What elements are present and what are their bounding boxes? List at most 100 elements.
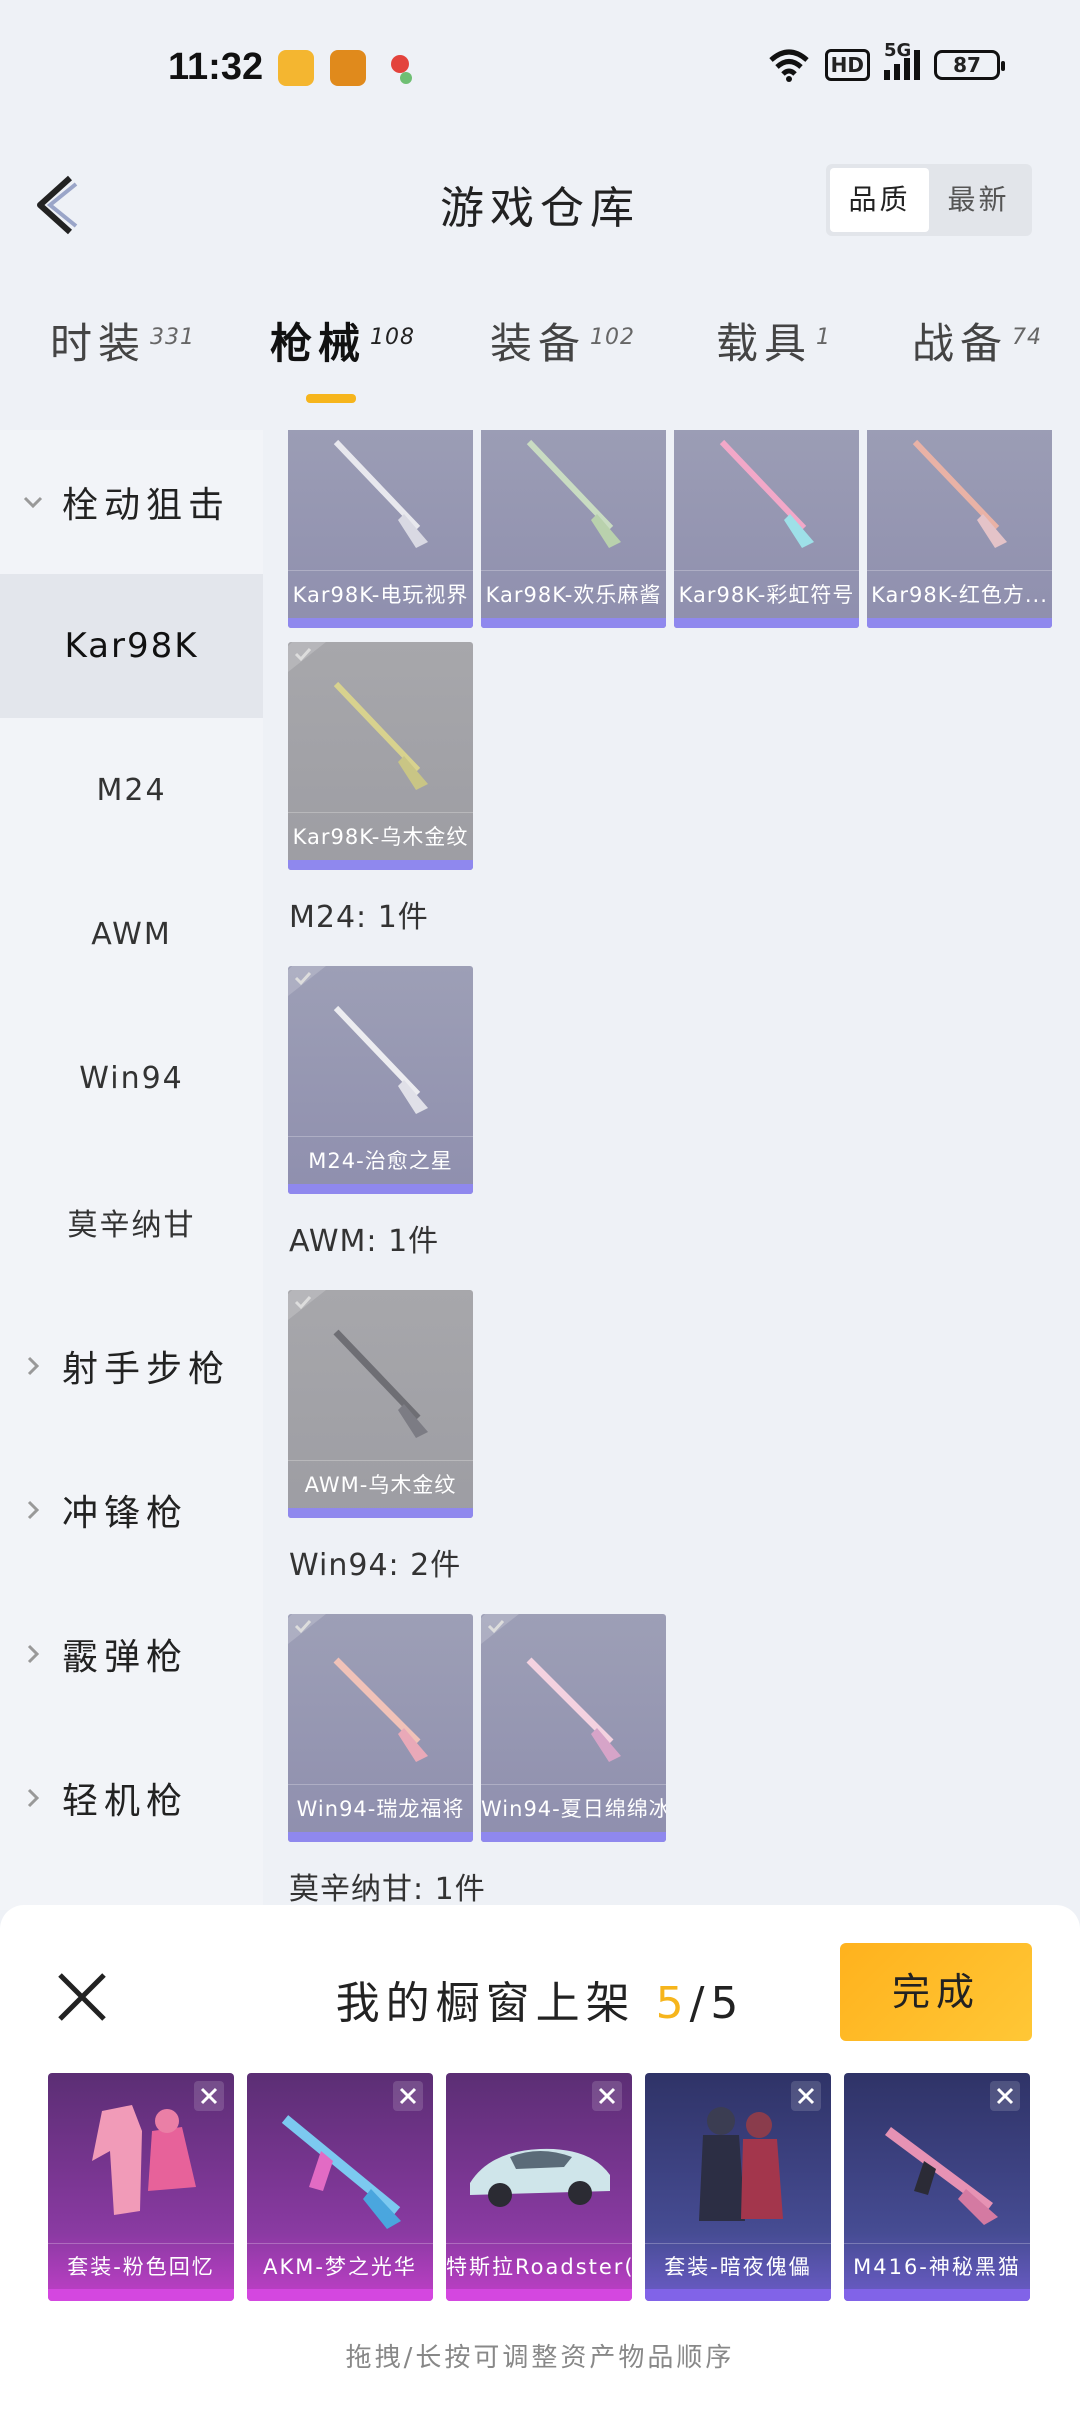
skin-card-label: Kar98K-彩虹符号: [674, 570, 859, 618]
battery-icon: 87: [934, 50, 1005, 80]
tab-count: 331: [150, 325, 196, 350]
remove-icon[interactable]: [393, 2081, 423, 2111]
quality-bar: [867, 618, 1052, 628]
tab-label: 枪械: [270, 319, 367, 368]
showcase-panel: 我的橱窗上架 5/5 完成 套装-粉色回忆 AKM-梦之光华 特斯拉Roadst…: [0, 1905, 1080, 2412]
slot-label: 特斯拉Roadster(...: [446, 2243, 632, 2289]
tab-vehicles[interactable]: 载具 1: [716, 310, 831, 371]
tab-equipment[interactable]: 装备 102: [490, 310, 635, 371]
skin-card[interactable]: Win94-瑞龙福将: [288, 1614, 473, 1842]
tab-count: 1: [816, 325, 832, 350]
header: 游戏仓库 品质 最新: [0, 150, 1080, 260]
quality-bar: [288, 618, 473, 628]
quality-bar: [844, 2289, 1030, 2301]
sidebar-item-lmg[interactable]: 轻机枪: [0, 1726, 263, 1870]
sidebar-item-label: 莫辛纳甘: [67, 1208, 196, 1243]
location-pin-icon: [391, 55, 412, 84]
cell-signal-icon: 5G: [884, 40, 920, 80]
chevron-right-icon: [27, 1788, 40, 1808]
tab-label: 时装: [50, 319, 147, 368]
sidebar: 栓动狙击 Kar98K M24 AWM Win94 莫辛纳甘 射手步枪 冲锋枪 …: [0, 430, 263, 1910]
sort-option-newest[interactable]: 最新: [929, 168, 1028, 232]
skin-card[interactable]: Kar98K-欢乐麻酱: [481, 430, 666, 628]
sidebar-item-label: AWM: [91, 916, 172, 952]
skin-card[interactable]: Kar98K-电玩视界: [288, 430, 473, 628]
remove-icon[interactable]: [791, 2081, 821, 2111]
showcase-slot[interactable]: M416-神秘黑猫: [844, 2073, 1030, 2301]
item-grid: Kar98K-电玩视界 Kar98K-欢乐麻酱 Kar98K-彩虹符号 Kar9…: [263, 430, 1080, 1910]
slot-label: M416-神秘黑猫: [844, 2243, 1030, 2289]
showcase-slot[interactable]: 套装-暗夜傀儡: [645, 2073, 831, 2301]
quality-bar: [645, 2289, 831, 2301]
close-icon[interactable]: [54, 1969, 110, 2025]
skin-card-label: Win94-瑞龙福将: [288, 1784, 473, 1832]
section-title-awm: AWM: 1件: [289, 1224, 440, 1259]
remove-icon[interactable]: [194, 2081, 224, 2111]
shelf-title-prefix: 我的橱窗上架: [335, 1978, 636, 2029]
skin-card[interactable]: Kar98K-红色方...: [867, 430, 1052, 628]
quality-bar: [247, 2289, 433, 2301]
tab-supplies[interactable]: 战备 74: [912, 310, 1042, 371]
quality-bar: [481, 618, 666, 628]
skin-card-label: Kar98K-红色方...: [867, 570, 1052, 618]
shelf-separator: /: [689, 1978, 711, 2029]
shelf-count: 5: [655, 1978, 690, 2029]
sidebar-item-label: Kar98K: [64, 626, 199, 666]
showcase-slot[interactable]: AKM-梦之光华: [247, 2073, 433, 2301]
skin-card-label: Kar98K-乌木金纹: [288, 812, 473, 860]
skin-card[interactable]: AWM-乌木金纹: [288, 1290, 473, 1518]
outfit-icon: [699, 2107, 783, 2221]
skin-card[interactable]: M24-治愈之星: [288, 966, 473, 1194]
skin-card[interactable]: Win94-夏日绵绵冰: [481, 1614, 666, 1842]
sidebar-item-awm[interactable]: AWM: [0, 862, 263, 1006]
car-icon: [470, 2148, 610, 2207]
section-title-mosin: 莫辛纳甘: 1件: [289, 1872, 486, 1907]
tab-label: 装备: [490, 319, 587, 368]
rifle-icon: [333, 1005, 428, 1114]
reorder-hint: 拖拽/长按可调整资产物品顺序: [345, 2343, 735, 2373]
sort-toggle: 品质 最新: [826, 164, 1032, 236]
quality-bar: [288, 1832, 473, 1842]
sidebar-item-bolt-action-sniper[interactable]: 栓动狙击: [0, 430, 263, 574]
sidebar-item-dmr[interactable]: 射手步枪: [0, 1294, 263, 1438]
showcase-slot[interactable]: 套装-粉色回忆: [48, 2073, 234, 2301]
rifle-icon: [333, 1657, 428, 1762]
skin-card[interactable]: Kar98K-乌木金纹: [288, 642, 473, 870]
remove-icon[interactable]: [592, 2081, 622, 2111]
tab-firearms[interactable]: 枪械 108: [270, 310, 415, 371]
sidebar-item-mosin-nagant[interactable]: 莫辛纳甘: [0, 1150, 263, 1294]
skin-card-label: M24-治愈之星: [288, 1136, 473, 1184]
showcase-slot[interactable]: 特斯拉Roadster(...: [446, 2073, 632, 2301]
shelf-total: 5: [710, 1978, 745, 2029]
sidebar-item-smg[interactable]: 冲锋枪: [0, 1438, 263, 1582]
wifi-icon: [768, 49, 809, 82]
sidebar-item-shotgun[interactable]: 霰弹枪: [0, 1582, 263, 1726]
skin-card[interactable]: Kar98K-彩虹符号: [674, 430, 859, 628]
status-time: 11:32: [168, 46, 264, 88]
tab-count: 102: [590, 325, 636, 350]
section-title-m24: M24: 1件: [289, 900, 429, 935]
skin-card-label: AWM-乌木金纹: [288, 1460, 473, 1508]
rifle-icon: [526, 439, 621, 548]
category-tabs: 时装 331 枪械 108 装备 102 载具 1 战备 74: [0, 310, 1080, 410]
sidebar-item-win94[interactable]: Win94: [0, 1006, 263, 1150]
chevron-right-icon: [27, 1500, 40, 1520]
done-button[interactable]: 完成: [840, 1943, 1032, 2041]
sidebar-item-m24[interactable]: M24: [0, 718, 263, 862]
sidebar-item-kar98k[interactable]: Kar98K: [0, 574, 263, 718]
rifle-icon: [885, 2126, 998, 2225]
slot-label: AKM-梦之光华: [247, 2243, 433, 2289]
quality-bar: [481, 1832, 666, 1842]
signal-type: 5G: [884, 40, 912, 61]
battery-level: 87: [953, 53, 981, 77]
back-arrow-icon[interactable]: [30, 172, 90, 238]
notification-app-icon: [278, 50, 314, 86]
sort-option-quality[interactable]: 品质: [830, 168, 929, 232]
sidebar-item-label: 霰弹枪: [62, 1637, 189, 1678]
tab-fashion[interactable]: 时装 331: [50, 310, 195, 371]
tab-label: 载具: [716, 319, 813, 368]
sidebar-item-label: 轻机枪: [62, 1781, 189, 1822]
section-title-win94: Win94: 2件: [289, 1548, 462, 1583]
skin-card-label: Kar98K-欢乐麻酱: [481, 570, 666, 618]
remove-icon[interactable]: [990, 2081, 1020, 2111]
